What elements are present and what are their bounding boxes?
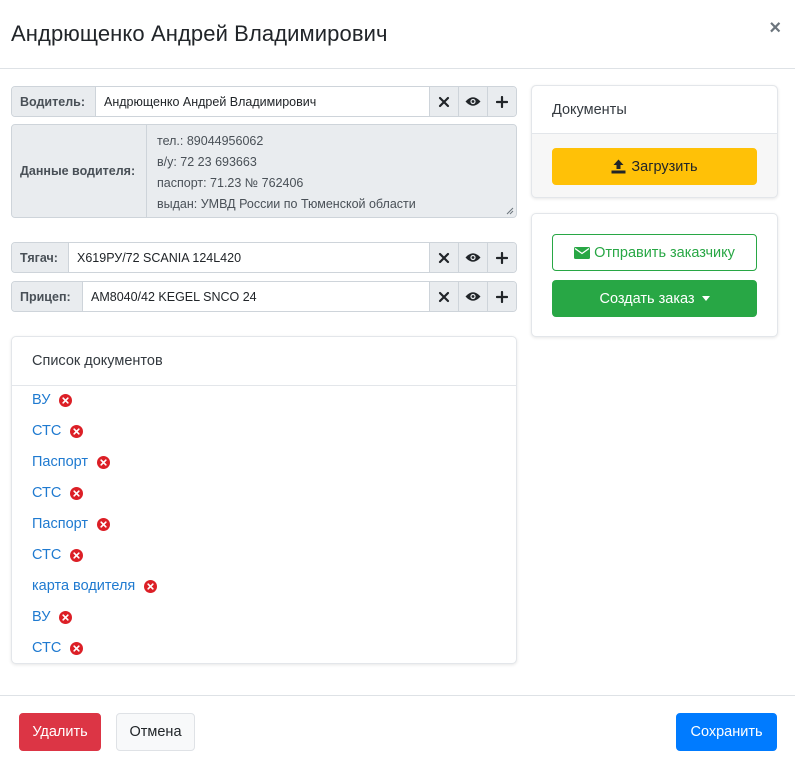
trailer-add-button[interactable] [487, 282, 516, 311]
x-icon [438, 291, 450, 302]
driver-label: Водитель: [12, 87, 96, 116]
list-item[interactable]: Паспорт [32, 514, 111, 534]
driver-data-label: Данные водителя: [12, 125, 147, 217]
remove-icon[interactable] [70, 486, 84, 500]
tractor-clear-button[interactable] [429, 243, 458, 272]
document-link[interactable]: Паспорт [32, 454, 88, 470]
list-item[interactable]: СТС [32, 421, 84, 441]
send-to-customer-label: Отправить заказчику [594, 244, 735, 261]
remove-icon[interactable] [97, 517, 111, 531]
modal-footer: Удалить Отмена Сохранить [0, 695, 795, 766]
document-link[interactable]: ВУ [32, 609, 50, 625]
driver-field[interactable]: Андрющенко Андрей Владимирович [96, 87, 429, 116]
plus-icon [496, 251, 508, 264]
remove-icon[interactable] [59, 393, 73, 407]
remove-icon[interactable] [144, 579, 158, 593]
close-icon[interactable]: × [769, 18, 781, 38]
list-item[interactable]: Паспорт [32, 452, 111, 472]
trailer-field[interactable]: АМ8040/42 KEGEL SNCO 24 [83, 282, 429, 311]
trailer-clear-button[interactable] [429, 282, 458, 311]
remove-icon[interactable] [97, 455, 111, 469]
trailer-view-button[interactable] [458, 282, 487, 311]
document-list-card: Список документов ВУ СТС Паспорт СТС Пас… [11, 336, 517, 664]
remove-icon[interactable] [70, 641, 84, 655]
driver-passport: паспорт: 71.23 № 762406 [157, 176, 304, 190]
resize-handle-icon[interactable] [506, 207, 514, 215]
document-link[interactable]: СТС [32, 485, 61, 501]
create-order-button[interactable]: Создать заказ [552, 280, 757, 317]
list-item[interactable]: СТС [32, 638, 84, 658]
document-link[interactable]: Паспорт [32, 516, 88, 532]
tractor-field[interactable]: Х619РУ/72 SCANIA 124L420 [69, 243, 429, 272]
driver-data-group: Данные водителя: тел.: 89044956062 в/у: … [11, 124, 517, 218]
tractor-view-button[interactable] [458, 243, 487, 272]
remove-icon[interactable] [59, 610, 73, 624]
caret-down-icon [701, 296, 710, 301]
driver-data-textarea[interactable]: тел.: 89044956062 в/у: 72 23 693663 пасп… [147, 125, 516, 217]
modal-header: Андрющенко Андрей Владимирович × [0, 0, 795, 69]
tractor-input-group: Тягач: Х619РУ/72 SCANIA 124L420 [11, 242, 517, 273]
envelope-icon [574, 246, 591, 259]
x-icon [438, 252, 450, 263]
eye-icon [465, 292, 481, 301]
trailer-input-group: Прицеп: АМ8040/42 KEGEL SNCO 24 [11, 281, 517, 312]
driver-input-group: Водитель: Андрющенко Андрей Владимирович [11, 86, 517, 117]
driver-add-button[interactable] [487, 87, 516, 116]
tractor-label: Тягач: [12, 243, 69, 272]
upload-icon [611, 159, 626, 174]
driver-passport-issuer: выдан: УМВД России по Тюменской области [157, 197, 416, 211]
x-icon [438, 96, 450, 107]
remove-icon[interactable] [70, 424, 84, 438]
upload-label: Загрузить [631, 158, 698, 175]
remove-icon[interactable] [70, 548, 84, 562]
tractor-add-button[interactable] [487, 243, 516, 272]
plus-icon [496, 95, 508, 108]
eye-icon [465, 97, 481, 106]
document-list-title: Список документов [12, 337, 516, 386]
send-to-customer-button[interactable]: Отправить заказчику [552, 234, 757, 271]
document-link[interactable]: СТС [32, 640, 61, 656]
cancel-button[interactable]: Отмена [116, 713, 195, 751]
document-link[interactable]: карта водителя [32, 578, 135, 594]
driver-license: в/у: 72 23 693663 [157, 155, 257, 169]
list-item[interactable]: СТС [32, 545, 84, 565]
document-link[interactable]: ВУ [32, 392, 50, 408]
driver-phone: тел.: 89044956062 [157, 134, 264, 148]
document-link[interactable]: СТС [32, 547, 61, 563]
save-button[interactable]: Сохранить [676, 713, 777, 751]
eye-icon [465, 253, 481, 262]
documents-title: Документы [532, 86, 777, 134]
delete-button[interactable]: Удалить [19, 713, 101, 751]
actions-card: Отправить заказчику Создать заказ [531, 213, 778, 337]
trailer-label: Прицеп: [12, 282, 83, 311]
list-item[interactable]: карта водителя [32, 576, 158, 596]
plus-icon [496, 290, 508, 303]
document-link[interactable]: СТС [32, 423, 61, 439]
list-item[interactable]: ВУ [32, 607, 73, 627]
list-item[interactable]: ВУ [32, 390, 73, 410]
create-order-label: Создать заказ [599, 290, 695, 307]
modal-title: Андрющенко Андрей Владимирович [11, 21, 388, 46]
list-item[interactable]: СТС [32, 483, 84, 503]
documents-card: Документы Загрузить [531, 85, 778, 198]
upload-button[interactable]: Загрузить [552, 148, 757, 185]
driver-clear-button[interactable] [429, 87, 458, 116]
driver-view-button[interactable] [458, 87, 487, 116]
